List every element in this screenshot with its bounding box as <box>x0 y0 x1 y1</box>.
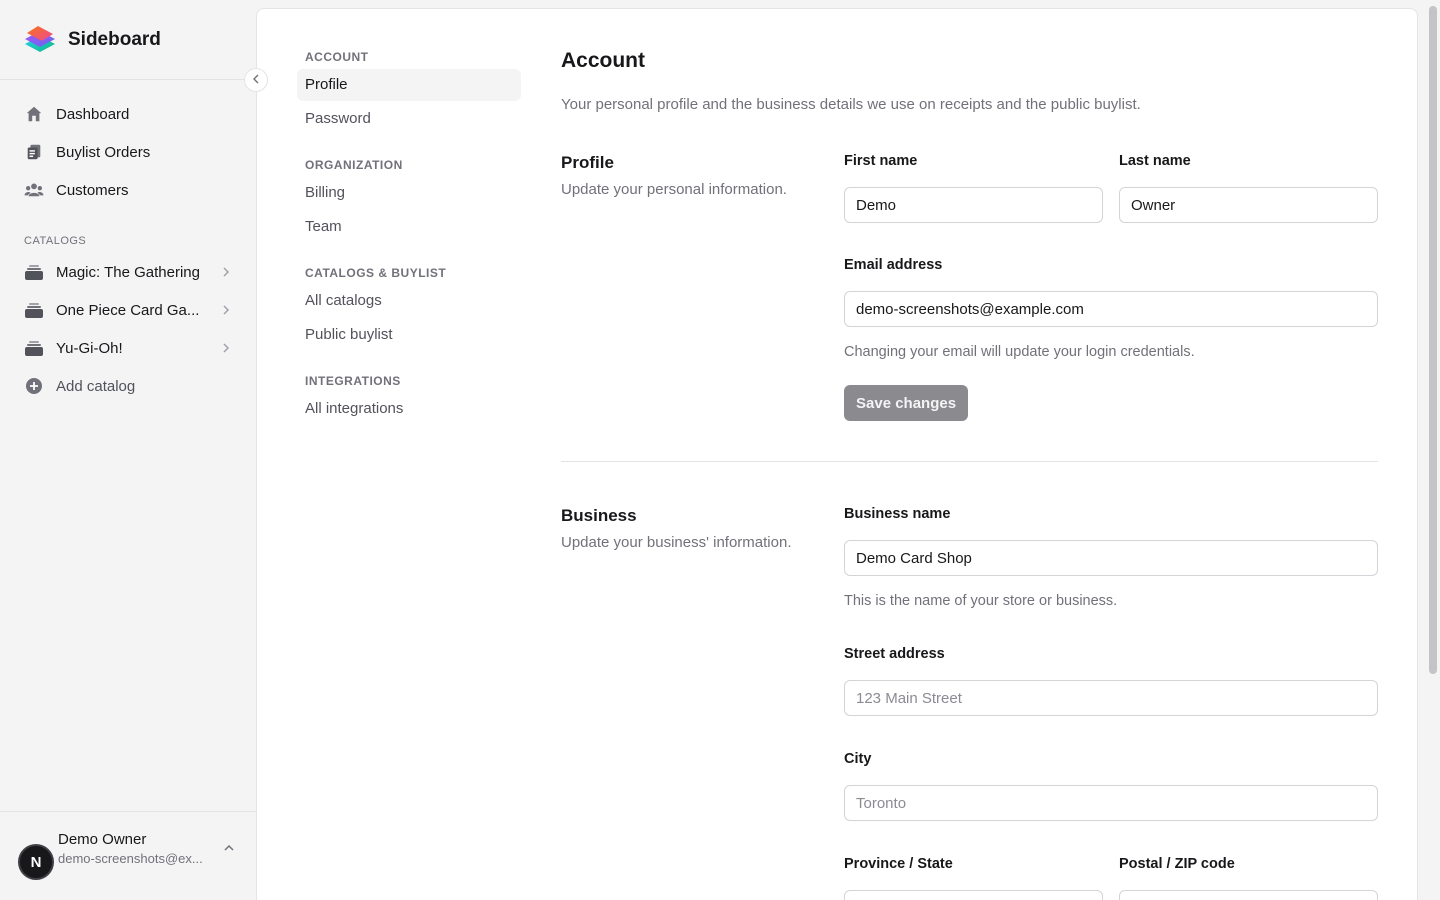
add-catalog-button[interactable]: Add catalog <box>16 367 240 405</box>
business-name-input[interactable] <box>844 540 1378 576</box>
last-name-label: Last name <box>1119 153 1191 169</box>
settings-nav-group-catalogs: CATALOGS & BUYLIST All catalogs Public b… <box>297 265 521 351</box>
settings-nav-group-label: ACCOUNT <box>305 50 369 64</box>
city-group: City <box>844 751 1378 821</box>
business-name-hint: This is the name of your store or busine… <box>844 593 1118 609</box>
first-name-group: First name <box>844 153 1103 223</box>
chevron-up-icon <box>224 839 234 857</box>
settings-panel: ACCOUNT Profile Password ORGANIZATION Bi… <box>256 8 1418 900</box>
catalog-item-yugioh[interactable]: Yu-Gi-Oh! <box>16 329 240 367</box>
page-description: Your personal profile and the business d… <box>561 96 1141 113</box>
postal-input[interactable] <box>1119 890 1378 900</box>
profile-section-description: Update your personal information. <box>561 181 787 198</box>
first-name-label: First name <box>844 153 918 169</box>
settings-nav-item-password[interactable]: Password <box>297 103 521 135</box>
catalog-item-magic[interactable]: Magic: The Gathering <box>16 253 240 291</box>
business-section: Business Update your business' informati… <box>561 506 1378 900</box>
settings-nav-group-label: CATALOGS & BUYLIST <box>305 266 447 280</box>
add-catalog-label: Add catalog <box>56 377 136 395</box>
street-label: Street address <box>844 646 945 662</box>
nav-item-label: Dashboard <box>56 105 130 123</box>
stack-icon <box>24 262 44 282</box>
settings-nav-group-label: ORGANIZATION <box>305 158 403 172</box>
catalogs-section-label: CATALOGS <box>24 235 87 247</box>
catalog-item-one-piece[interactable]: One Piece Card Ga... <box>16 291 240 329</box>
settings-nav-item-profile[interactable]: Profile <box>297 69 521 101</box>
business-section-title: Business <box>561 506 637 525</box>
brand-name: Sideboard <box>68 28 161 50</box>
settings-nav-item-all-catalogs[interactable]: All catalogs <box>297 285 521 317</box>
business-name-group: Business name This is the name of your s… <box>844 506 1378 609</box>
business-section-description: Update your business' information. <box>561 534 792 551</box>
settings-nav: ACCOUNT Profile Password ORGANIZATION Bi… <box>297 49 521 447</box>
province-label: Province / State <box>844 856 953 872</box>
user-menu[interactable]: N Demo Owner demo-screenshots@ex... <box>0 811 256 900</box>
account-content: Account Your personal profile and the bu… <box>561 49 1378 900</box>
business-section-header: Business Update your business' informati… <box>561 506 821 551</box>
first-name-input[interactable] <box>844 187 1103 223</box>
scrollbar-thumb[interactable] <box>1429 6 1437 674</box>
email-input[interactable] <box>844 291 1378 327</box>
collapse-sidebar-button[interactable] <box>244 68 268 92</box>
region-row: Province / State Postal / ZIP code <box>844 856 1378 900</box>
settings-nav-item-all-integrations[interactable]: All integrations <box>297 393 521 425</box>
chevron-left-icon <box>252 71 260 89</box>
stack-icon <box>24 300 44 320</box>
sidebar: Sideboard Dashboard Buylist Orders Custo… <box>0 0 256 900</box>
user-name: Demo Owner <box>58 830 147 848</box>
stack-icon <box>24 338 44 358</box>
brand[interactable]: Sideboard <box>0 0 256 80</box>
user-info: Demo Owner demo-screenshots@ex... <box>58 831 224 866</box>
nav-item-dashboard[interactable]: Dashboard <box>16 95 240 133</box>
email-hint: Changing your email will update your log… <box>844 344 1195 360</box>
settings-nav-group-account: ACCOUNT Profile Password <box>297 49 521 135</box>
chevron-right-icon <box>218 264 234 280</box>
postal-label: Postal / ZIP code <box>1119 856 1235 872</box>
name-row: First name Last name <box>844 153 1378 223</box>
settings-nav-item-public-buylist[interactable]: Public buylist <box>297 319 521 351</box>
city-input[interactable] <box>844 785 1378 821</box>
avatar: N <box>18 844 54 880</box>
sideboard-logo-icon <box>25 25 55 52</box>
settings-nav-group-label: INTEGRATIONS <box>305 374 401 388</box>
business-form: Business name This is the name of your s… <box>844 506 1378 900</box>
business-name-label: Business name <box>844 506 951 522</box>
page-title: Account <box>561 49 645 72</box>
chevron-right-icon <box>218 340 234 356</box>
catalog-item-label: Yu-Gi-Oh! <box>56 339 123 357</box>
city-label: City <box>844 751 872 767</box>
chevron-right-icon <box>218 302 234 318</box>
nav-item-buylist-orders[interactable]: Buylist Orders <box>16 133 240 171</box>
last-name-input[interactable] <box>1119 187 1378 223</box>
profile-form: First name Last name Email address Chang… <box>844 153 1378 421</box>
catalog-item-label: Magic: The Gathering <box>56 263 200 281</box>
last-name-group: Last name <box>1119 153 1378 223</box>
nav-item-label: Buylist Orders <box>56 143 151 161</box>
settings-nav-item-billing[interactable]: Billing <box>297 177 521 209</box>
province-input[interactable] <box>844 890 1103 900</box>
profile-section-title: Profile <box>561 153 614 172</box>
settings-nav-group-organization: ORGANIZATION Billing Team <box>297 157 521 243</box>
plus-circle-icon <box>24 376 44 396</box>
postal-group: Postal / ZIP code <box>1119 856 1378 900</box>
orders-icon <box>24 142 44 162</box>
settings-nav-item-team[interactable]: Team <box>297 211 521 243</box>
street-input[interactable] <box>844 680 1378 716</box>
catalog-item-label: One Piece Card Ga... <box>56 301 200 319</box>
save-changes-button[interactable]: Save changes <box>844 385 969 421</box>
province-group: Province / State <box>844 856 1103 900</box>
main-nav: Dashboard Buylist Orders Customers CATAL… <box>0 80 256 405</box>
users-icon <box>24 180 44 200</box>
nav-item-label: Customers <box>56 181 129 199</box>
settings-nav-group-integrations: INTEGRATIONS All integrations <box>297 373 521 425</box>
email-label: Email address <box>844 257 943 273</box>
profile-section: Profile Update your personal information… <box>561 153 1378 421</box>
nav-item-customers[interactable]: Customers <box>16 171 240 209</box>
home-icon <box>24 104 44 124</box>
street-group: Street address <box>844 646 1378 716</box>
email-group: Email address Changing your email will u… <box>844 257 1378 360</box>
user-email: demo-screenshots@ex... <box>58 850 203 866</box>
profile-section-header: Profile Update your personal information… <box>561 153 821 198</box>
section-divider <box>561 461 1378 462</box>
